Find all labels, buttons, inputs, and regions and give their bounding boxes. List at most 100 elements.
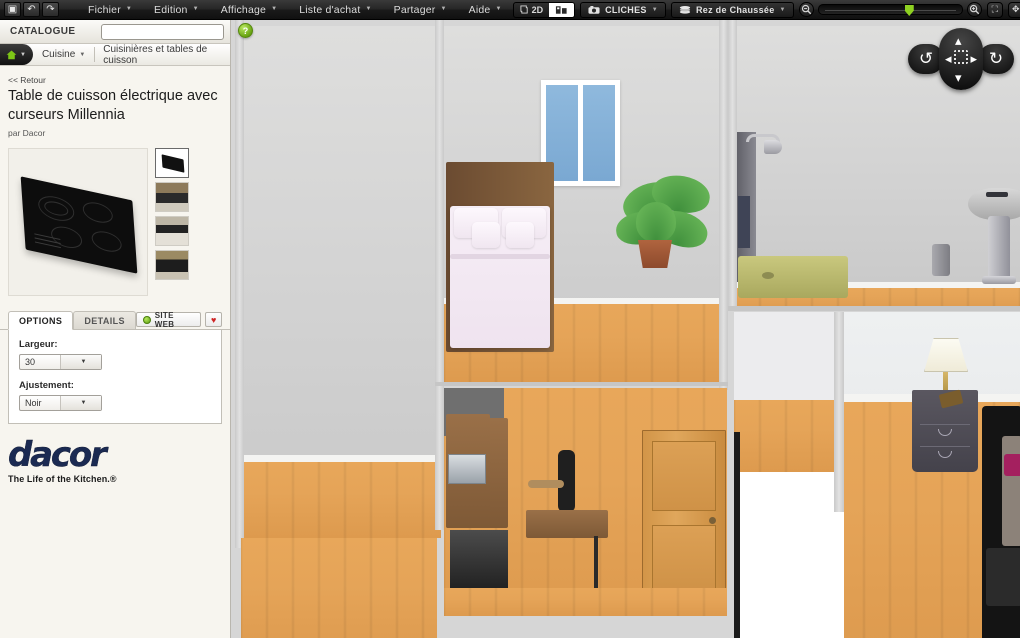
thumbnail-product-main[interactable] (155, 148, 189, 179)
fit-to-screen-icon[interactable]: ✥ (1007, 1, 1020, 18)
breadcrumb-item-cuisinieres-label: Cuisinières et tables de cuisson (103, 43, 208, 66)
shower-head-icon[interactable] (764, 140, 782, 154)
undo-icon[interactable]: ↶ (23, 2, 40, 17)
floorplan-canvas[interactable]: ? ↺ ↻ ▴ ▾ ◂ ▸ (231, 20, 1020, 638)
finish-select[interactable]: Noir ▼ (19, 395, 102, 412)
zoom-slider[interactable] (817, 4, 963, 16)
toolbar-right-group: 2D CLICHES ▼ Rez de Chaussée ▼ ⛶ ✥ (512, 1, 1020, 18)
fullscreen-icon[interactable]: ⛶ (986, 1, 1003, 18)
menu-edition-label: Edition (154, 3, 188, 16)
trash-can[interactable] (932, 244, 950, 276)
monitor[interactable] (448, 454, 486, 484)
door-panel-lower (652, 525, 716, 591)
room-office[interactable] (444, 388, 727, 616)
zoom-out-icon[interactable] (798, 2, 814, 17)
view-mode-2d[interactable]: 2D (514, 3, 550, 17)
menu-bar: Fichier ▼ Edition ▼ Affichage ▼ Liste d'… (77, 4, 513, 16)
pan-control[interactable]: ▴ ▾ ◂ ▸ (939, 28, 983, 90)
tab-details[interactable]: DETAILS (73, 311, 136, 330)
pan-left-icon[interactable]: ◂ (945, 51, 952, 67)
brand-logo[interactable]: dacor (8, 438, 222, 472)
wall-vertical-bathroom-left (728, 20, 737, 310)
site-web-button[interactable]: SITE WEB (135, 310, 202, 329)
breadcrumb-home[interactable]: ▼ (0, 44, 33, 65)
breadcrumb-item-cuisine[interactable]: Cuisine ▼ (33, 44, 96, 65)
office-chair-arm (528, 480, 564, 488)
save-icon[interactable]: ▣ (4, 2, 21, 17)
chevron-down-icon: ▼ (271, 5, 278, 12)
nightstand-drawer-upper[interactable] (920, 424, 970, 446)
bathtub-drain (762, 272, 774, 279)
room-living[interactable] (734, 312, 1020, 638)
rotate-right-icon[interactable]: ↻ (978, 44, 1014, 74)
zoom-slider-thumb[interactable] (904, 5, 914, 16)
burner-front-left (37, 193, 76, 225)
wall-vertical-left (235, 20, 244, 548)
main-toolbar: ▣ ↶ ↷ Fichier ▼ Edition ▼ Affichage ▼ Li… (0, 0, 1020, 20)
search-input[interactable] (102, 24, 223, 39)
breadcrumb-item-cuisinieres[interactable]: Cuisinières et tables de cuisson (94, 43, 230, 66)
bed-blanket-edge (450, 254, 550, 259)
menu-partager[interactable]: Partager ▼ (383, 4, 458, 16)
floor-left-lower[interactable] (241, 538, 437, 638)
menu-aide[interactable]: Aide ▼ (458, 4, 513, 16)
closet-recess (734, 312, 844, 638)
options-panel: Largeur: 30 ▼ Ajustement: Noir ▼ (8, 330, 222, 425)
cooktop-illustration (20, 176, 138, 274)
wall-vertical-closet (834, 312, 844, 512)
room-empty-left[interactable] (241, 26, 441, 538)
width-select[interactable]: 30 ▼ (19, 354, 102, 371)
closet-floor (734, 400, 834, 472)
pedestal-sink-column (988, 216, 1010, 280)
chevron-down-icon: ▼ (779, 6, 786, 13)
site-web-label: SITE WEB (154, 310, 175, 329)
nightstand-drawer-lower[interactable] (920, 446, 970, 468)
menu-partager-label: Partager (393, 3, 436, 16)
zoom-in-icon[interactable] (966, 2, 982, 17)
interior-door[interactable] (642, 430, 726, 602)
plant-leaf-center (636, 202, 676, 242)
finish-select-value: Noir (25, 398, 42, 409)
menu-liste-achat[interactable]: Liste d'achat ▼ (288, 4, 382, 16)
width-label: Largeur: (19, 339, 58, 351)
thumbnail-installed-3[interactable] (155, 250, 189, 281)
office-chair-seat[interactable] (526, 510, 608, 538)
globe-icon (142, 315, 151, 324)
navigation-compass: ↺ ↻ ▴ ▾ ◂ ▸ (908, 28, 1014, 90)
pan-down-icon[interactable]: ▾ (955, 70, 962, 86)
tab-options[interactable]: OPTIONS (8, 311, 74, 331)
view-mode-3d[interactable] (549, 2, 575, 17)
redo-icon[interactable]: ↷ (42, 2, 59, 17)
bathtub[interactable] (738, 256, 848, 298)
brand-block: dacor The Life of the Kitchen.® (0, 424, 230, 484)
door-knob[interactable] (709, 517, 716, 524)
window-pane-right (583, 85, 615, 181)
sofa-arm (986, 548, 1020, 606)
thumbnail-installed-2[interactable] (155, 216, 189, 247)
menu-edition[interactable]: Edition ▼ (143, 4, 210, 16)
help-badge[interactable]: ? (238, 23, 253, 38)
wall-edge-dark (734, 432, 740, 638)
thumbnail-installed-1[interactable] (155, 182, 189, 213)
recenter-icon[interactable] (954, 50, 968, 64)
view-mode-toggle: 2D (512, 1, 576, 18)
back-link[interactable]: << Retour (0, 66, 230, 87)
snapshot-button[interactable]: CLICHES ▼ (580, 1, 666, 18)
floor-selector[interactable]: Rez de Chaussée ▼ (670, 1, 794, 18)
zoom-in-glyph (969, 4, 979, 15)
floor-office-strip (444, 588, 727, 616)
menu-affichage[interactable]: Affichage ▼ (210, 4, 289, 16)
menu-affichage-label: Affichage (220, 3, 267, 16)
pan-right-icon[interactable]: ▸ (970, 51, 977, 67)
breadcrumb-item-cuisine-label: Cuisine (41, 49, 76, 60)
product-hero-image[interactable] (8, 148, 148, 297)
menu-aide-label: Aide (468, 3, 491, 16)
menu-fichier[interactable]: Fichier ▼ (77, 4, 143, 16)
search-box[interactable] (101, 23, 224, 40)
heart-icon[interactable]: ♥ (205, 312, 222, 328)
room-bedroom[interactable] (444, 26, 727, 384)
application-window: ▣ ↶ ↷ Fichier ▼ Edition ▼ Affichage ▼ Li… (0, 0, 1020, 638)
pan-up-icon[interactable]: ▴ (955, 33, 962, 49)
menu-liste-achat-label: Liste d'achat (299, 3, 361, 16)
lamp-shade[interactable] (924, 338, 968, 372)
